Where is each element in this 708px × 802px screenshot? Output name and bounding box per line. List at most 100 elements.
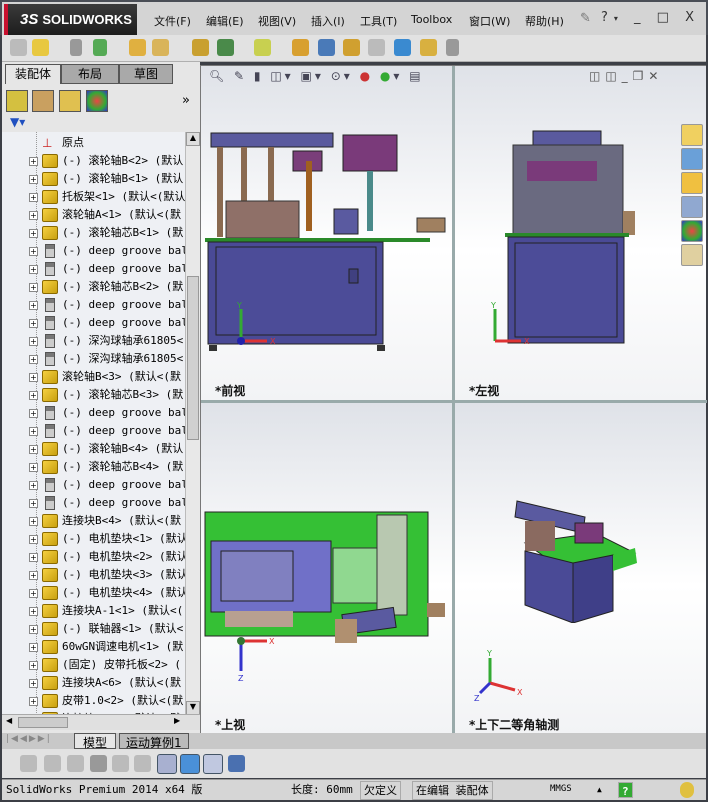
expand-icon[interactable]: + [29,697,38,706]
expand-icon[interactable]: + [29,337,38,346]
menu-insert[interactable]: 插入(I) [311,13,345,29]
tree-item[interactable]: + (-) 深沟球轴承61805< [2,332,185,350]
scroll-right-button[interactable]: ▶ [174,716,180,725]
move-component-icon[interactable] [192,39,209,56]
tree-item[interactable]: + (-) 滚轮轴B<4> (默认 [2,440,185,458]
display-manager-icon[interactable] [86,90,108,112]
expand-icon[interactable]: + [29,301,38,310]
hide-show-edges-icon[interactable] [134,755,151,772]
line-color-icon[interactable] [67,755,84,772]
tree-item[interactable]: ⊥ 原点 [2,134,185,152]
new-motion-study-icon[interactable] [318,39,335,56]
expand-icon[interactable]: + [29,319,38,328]
layer-properties-icon[interactable] [44,755,61,772]
expand-icon[interactable]: + [29,607,38,616]
tree-item[interactable]: + 托板架<1> (默认<(默认 [2,188,185,206]
property-manager-icon[interactable] [32,90,54,112]
expand-icon[interactable]: + [29,427,38,436]
tree-item[interactable]: + (-) deep groove ball [2,260,185,278]
tab-assembly[interactable]: 装配体 [5,64,61,84]
rebuild-tag-icon[interactable] [680,782,694,798]
home-icon[interactable] [681,124,703,146]
layer-icon[interactable] [20,755,37,772]
expand-icon[interactable]: + [29,283,38,292]
tree-item[interactable]: + (-) deep groove ball [2,296,185,314]
menu-help[interactable]: 帮助(H) [525,13,564,29]
expand-icon[interactable]: + [29,175,38,184]
expand-icon[interactable]: + [29,409,38,418]
filter-icon[interactable]: ▼▾ [10,115,25,129]
tree-item[interactable]: + (-) 联轴器<1> (默认< [2,620,185,638]
expand-icon[interactable]: + [29,391,38,400]
expand-icon[interactable]: + [29,589,38,598]
tree-item[interactable]: + (-) 滚轮轴B<1> (默认 [2,170,185,188]
expand-icon[interactable]: + [29,661,38,670]
tree-item[interactable]: + 皮带1.0<2> (默认<(默 [2,692,185,710]
tree-item[interactable]: + (-) 深沟球轴承61805< [2,350,185,368]
tree-item[interactable]: + (-) deep groove ball [2,422,185,440]
scroll-down-button[interactable]: ▼ [186,701,200,715]
assembly-features-icon[interactable] [254,39,271,56]
expand-icon[interactable]: + [29,229,38,238]
expand-icon[interactable]: + [29,499,38,508]
bill-of-materials-icon[interactable] [343,39,360,56]
feature-manager-icon[interactable] [6,90,28,112]
reference-geometry-icon[interactable] [292,39,309,56]
tree-item[interactable]: + (-) 电机垫块<2> (默认 [2,548,185,566]
tree-horizontal-scrollbar[interactable]: ◀ ▶ [2,714,200,730]
tab-model[interactable]: 模型 [74,733,117,750]
new-icon[interactable] [10,39,27,56]
viewport-window-controls[interactable]: ◫◫_❐✕ [589,69,664,83]
viewport-splitter-horizontal[interactable] [201,400,707,403]
expand-icon[interactable]: + [29,157,38,166]
tree-item[interactable]: + (-) deep groove ball [2,476,185,494]
graphics-area[interactable]: 🔍︎ ✎ ▮ ◫▾ ▣▾ ⊙▾ ● ●▾ ▤ YX *前视 ◫◫_❐✕ Y X … [200,65,707,734]
insert-component-icon[interactable] [129,39,146,56]
menu-view[interactable]: 视图(V) [258,13,296,29]
help-status-icon[interactable]: ? [618,782,633,798]
tree-item[interactable]: + (-) 电机垫块<1> (默认 [2,530,185,548]
tree-item[interactable]: + (-) deep groove ball [2,404,185,422]
minimize-button[interactable]: _ [634,10,647,25]
heads-up-view-toolbar[interactable]: 🔍︎ ✎ ▮ ◫▾ ▣▾ ⊙▾ ● ●▾ ▤ [209,69,424,83]
scroll-left-button[interactable]: ◀ [6,716,12,725]
tree-item[interactable]: + (-) 电机垫块<4> (默认 [2,584,185,602]
color-display-icon[interactable] [157,754,177,774]
exploded-view-icon[interactable] [368,39,385,56]
viewport-front[interactable]: 🔍︎ ✎ ▮ ◫▾ ▣▾ ⊙▾ ● ●▾ ▤ YX *前视 [201,66,452,400]
tree-item[interactable]: + (-) 滚轮轴芯B<2> (默 [2,278,185,296]
viewport-top[interactable]: XZ *上视 [201,403,452,734]
expand-icon[interactable]: + [29,535,38,544]
attach-icon[interactable] [70,39,82,56]
tree-item[interactable]: + (固定) 皮带托板<2> ( [2,656,185,674]
tree-item[interactable]: + (-) deep groove ball [2,242,185,260]
line-style-icon[interactable] [112,755,129,772]
menu-tools[interactable]: 工具(T) [360,13,397,29]
expand-icon[interactable]: + [29,625,38,634]
expand-icon[interactable]: + [29,571,38,580]
viewport-isometric[interactable]: Y X Z *上下二等角轴测 [455,403,706,734]
expand-icon[interactable]: + [29,679,38,688]
pin-icon[interactable]: ✎ [580,11,591,26]
units-selector[interactable]: MMGS [547,781,575,800]
menu-window[interactable]: 窗口(W) [469,13,510,29]
menu-edit[interactable]: 编辑(E) [206,13,244,29]
help-button[interactable]: ? [601,10,614,25]
tree-item[interactable]: + 滚轮轴A<1> (默认<(默 [2,206,185,224]
design-library-icon[interactable] [681,148,703,170]
viewport-left[interactable]: ◫◫_❐✕ YX *左视 [455,66,706,400]
smart-fasteners-icon[interactable] [446,39,459,56]
tab-layout[interactable]: 布局 [61,64,119,84]
tab-scroll-buttons[interactable]: |◀◀▶▶| [6,734,52,744]
tree-item[interactable]: + (-) 电机垫块<3> (默认 [2,566,185,584]
sketch-icon[interactable] [228,755,245,772]
expand-icon[interactable]: + [29,211,38,220]
interference-detection-icon[interactable] [394,39,411,56]
tree-item[interactable]: + 滚轮轴B<3> (默认<(默 [2,368,185,386]
expand-icon[interactable]: + [29,481,38,490]
file-explorer-icon[interactable] [681,172,703,194]
tab-sketch[interactable]: 草图 [119,64,173,84]
instant3d-icon[interactable] [420,39,437,56]
tree-item[interactable]: + (-) 滚轮轴B<2> (默认 [2,152,185,170]
tree-item[interactable]: + (-) 滚轮轴芯B<4> (默 [2,458,185,476]
